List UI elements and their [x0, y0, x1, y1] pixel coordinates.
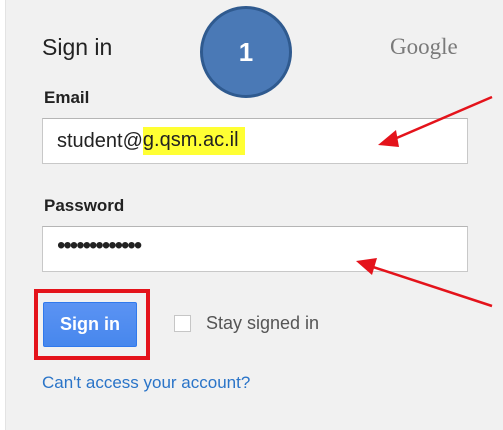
red-arrow-icon [356, 258, 493, 308]
annotation-arrows [356, 95, 493, 308]
red-arrow-icon [378, 95, 493, 147]
